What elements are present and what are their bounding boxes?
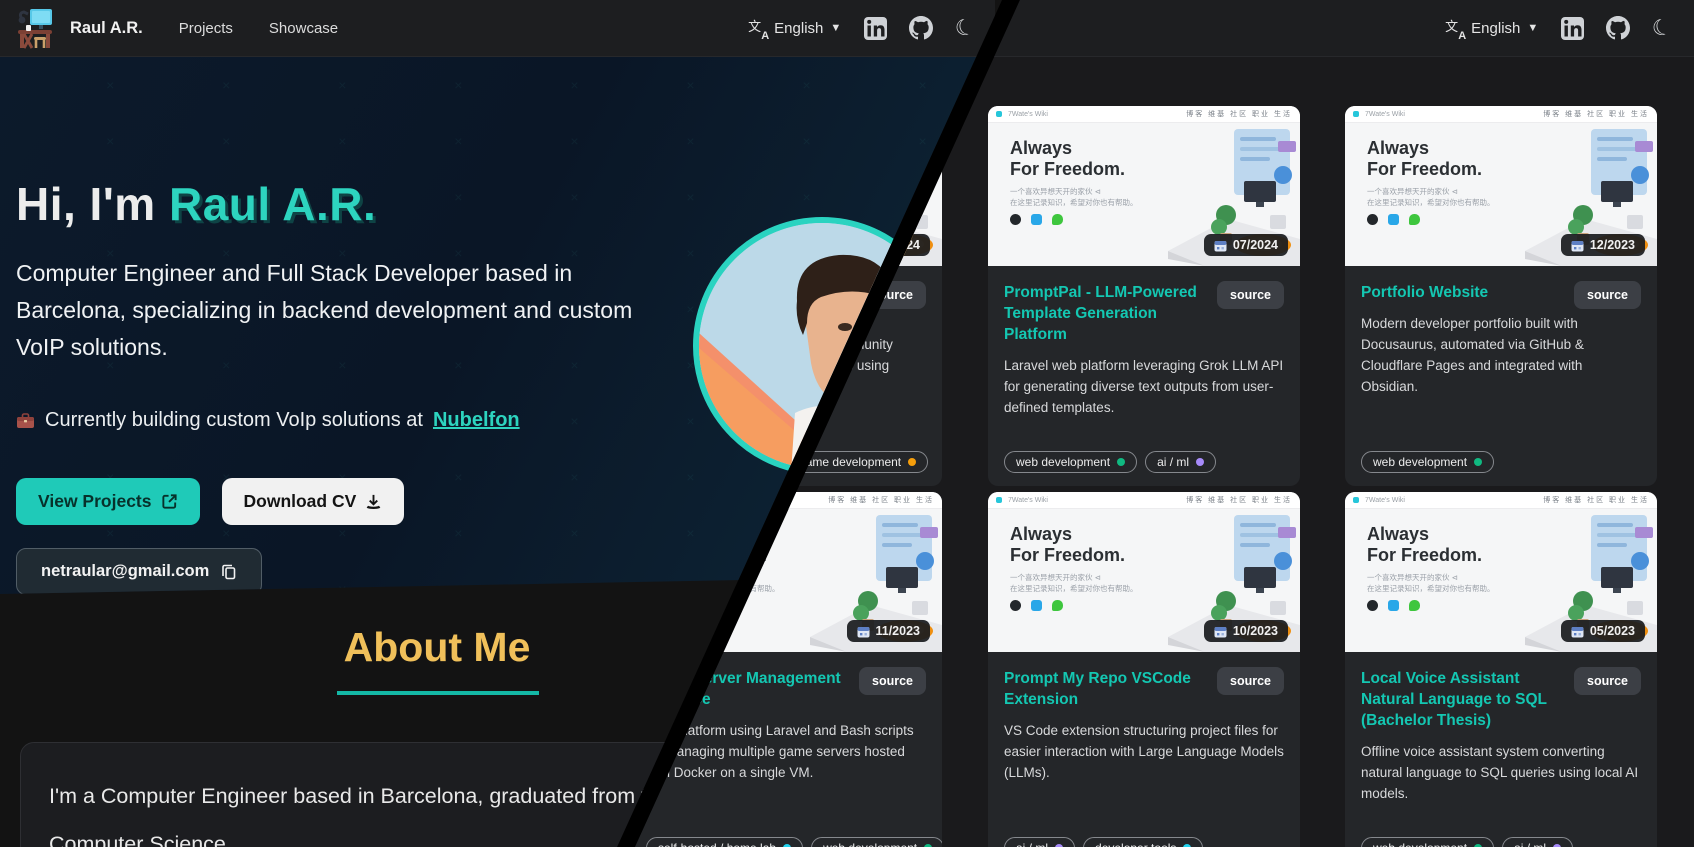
tag-pill[interactable]: web development [1004, 451, 1137, 473]
hero-status-line: Currently building custom VoIp solutions… [16, 409, 520, 432]
email-copy-button[interactable]: netraular@gmail.com [16, 548, 262, 595]
hero-name: Raul A.R. [169, 178, 376, 230]
site-logo[interactable] [12, 5, 58, 51]
linkedin-icon[interactable] [863, 16, 887, 40]
tag-pill[interactable]: ai / ml [1004, 837, 1075, 847]
source-button[interactable]: source [1574, 667, 1641, 695]
bilibili-mini-icon [1388, 600, 1399, 611]
about-title-underline [337, 691, 539, 695]
github-icon[interactable] [1606, 16, 1630, 40]
copy-icon [221, 563, 237, 580]
project-card[interactable]: 7Wate's Wiki博客 维基 社区 职业 生活 AlwaysFor Fre… [988, 492, 1300, 847]
wiki-logo-icon [996, 497, 1002, 503]
wiki-logo-icon [996, 111, 1002, 117]
nubelfon-link[interactable]: Nubelfon [433, 409, 520, 432]
translate-icon: 文A [1445, 19, 1464, 38]
project-description: Web platform using Laravel and Bash scri… [646, 720, 926, 783]
project-description: Modern developer portfolio built with Do… [1361, 313, 1641, 397]
source-button[interactable]: source [1574, 281, 1641, 309]
wechat-mini-icon [1409, 214, 1420, 225]
tag-pill[interactable]: ai / ml [1145, 451, 1216, 473]
source-button[interactable]: source [1217, 281, 1284, 309]
date-badge: 11/2023 [847, 620, 931, 642]
wechat-mini-icon [1052, 600, 1063, 611]
download-icon [365, 493, 382, 510]
hero-description: Computer Engineer and Full Stack Develop… [16, 255, 636, 366]
tag-pill[interactable]: game development [787, 451, 928, 473]
briefcase-icon [16, 412, 35, 430]
github-mini-icon [1010, 214, 1021, 225]
project-thumbnail: 7Wate's Wiki博客 维基 社区 职业 生活 AlwaysFor Fre… [988, 492, 1300, 652]
calendar-icon [1571, 239, 1584, 252]
navbar: Raul A.R. Projects Showcase 文A English ▼… [0, 0, 995, 57]
bilibili-mini-icon [1388, 214, 1399, 225]
project-thumbnail: 7Wate's Wiki博客 维基 社区 职业 生活 AlwaysFor Fre… [1345, 492, 1657, 652]
github-mini-icon [1367, 600, 1378, 611]
calendar-icon [1214, 625, 1227, 638]
github-mini-icon [1367, 214, 1378, 225]
tag-pill[interactable]: web development [811, 837, 942, 847]
source-button[interactable]: source [1217, 667, 1284, 695]
project-title[interactable]: Prompt My Repo VSCode Extension [1004, 668, 1216, 710]
nav-link-showcase[interactable]: Showcase [269, 20, 338, 37]
tag-dot [1196, 458, 1204, 466]
linkedin-icon[interactable] [1560, 16, 1584, 40]
moon-icon[interactable]: ☾ [1650, 15, 1675, 41]
calendar-icon [1571, 625, 1584, 638]
project-title[interactable]: PromptPal - LLM-Powered Template Generat… [1004, 282, 1216, 345]
tag-dot [1117, 458, 1125, 466]
project-title[interactable]: Portfolio Website [1361, 282, 1573, 303]
github-icon[interactable] [909, 16, 933, 40]
calendar-icon [857, 625, 870, 638]
date-badge: 10/2023 [1204, 620, 1288, 642]
chevron-down-icon: ▼ [830, 22, 841, 34]
project-description: VS Code extension structuring project fi… [1004, 720, 1284, 783]
project-card[interactable]: 7Wate's Wiki博客 维基 社区 职业 生活 AlwaysFor Fre… [1345, 106, 1657, 486]
project-card[interactable]: 7Wate's Wiki博客 维基 社区 职业 生活 AlwaysFor Fre… [1345, 492, 1657, 847]
tag-pill[interactable]: self-hosted / home lab [646, 837, 803, 847]
moon-icon[interactable]: ☾ [953, 15, 978, 41]
tag-dot [1474, 458, 1482, 466]
calendar-icon [1214, 239, 1227, 252]
project-description: Laravel web platform leveraging Grok LLM… [1004, 355, 1284, 418]
tag-pill[interactable]: ai / ml [1502, 837, 1573, 847]
wechat-mini-icon [1052, 214, 1063, 225]
project-thumbnail: 7Wate's Wiki博客 维基 社区 职业 生活 AlwaysFor Fre… [988, 106, 1300, 266]
project-card[interactable]: 7Wate's Wiki博客 维基 社区 职业 生活 AlwaysFor Fre… [988, 106, 1300, 486]
project-title[interactable]: Local Voice Assistant Natural Language t… [1361, 668, 1573, 731]
view-projects-button[interactable]: View Projects [16, 478, 200, 525]
wiki-logo-icon [1353, 497, 1359, 503]
wechat-mini-icon [1409, 600, 1420, 611]
language-switcher[interactable]: 文A English ▼ [1445, 19, 1538, 38]
download-cv-button[interactable]: Download CV [222, 478, 405, 525]
tag-dot [908, 458, 916, 466]
brand-name[interactable]: Raul A.R. [70, 19, 143, 38]
external-link-icon [161, 493, 178, 510]
date-badge: 07/2024 [1204, 234, 1288, 256]
translate-icon: 文A [748, 19, 767, 38]
tag-pill[interactable]: web development [1361, 451, 1494, 473]
source-button[interactable]: source [859, 667, 926, 695]
tag-pill[interactable]: developer tools [1083, 837, 1203, 847]
bilibili-mini-icon [1031, 214, 1042, 225]
bilibili-mini-icon [1031, 600, 1042, 611]
date-badge: 12/2023 [1561, 234, 1645, 256]
language-switcher[interactable]: 文A English ▼ [748, 19, 841, 38]
project-description: Offline voice assistant system convertin… [1361, 741, 1641, 804]
tag-pill[interactable]: web development [1361, 837, 1494, 847]
github-mini-icon [1010, 600, 1021, 611]
wiki-logo-icon [1353, 111, 1359, 117]
about-title: About Me [237, 624, 637, 671]
date-badge: 05/2023 [1561, 620, 1645, 642]
nav-link-projects[interactable]: Projects [179, 20, 233, 37]
hero-heading: Hi, I'm Raul A.R. [16, 177, 376, 231]
chevron-down-icon: ▼ [1527, 22, 1538, 34]
project-thumbnail: 7Wate's Wiki博客 维基 社区 职业 生活 AlwaysFor Fre… [1345, 106, 1657, 266]
screenshot-canvas: About Me I'm a Computer Engineer based i… [0, 0, 1694, 847]
